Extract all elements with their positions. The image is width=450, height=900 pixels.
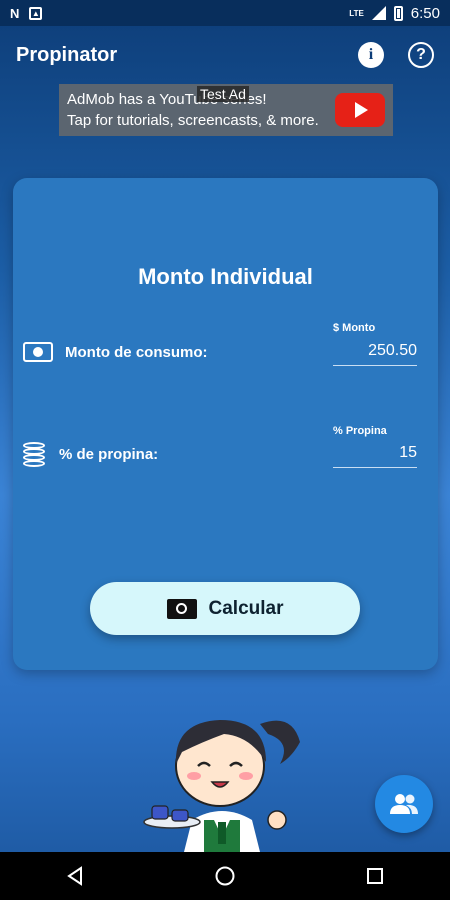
calculate-button[interactable]: Calcular — [90, 582, 360, 635]
test-ad-tag: Test Ad — [197, 86, 249, 102]
status-right: LTE 6:50 — [349, 5, 440, 22]
recents-icon[interactable] — [355, 856, 395, 896]
clock: 6:50 — [410, 4, 440, 22]
lte-label: LTE — [349, 8, 364, 18]
tip-input[interactable]: 15 — [333, 440, 417, 468]
coins-icon — [23, 442, 47, 467]
app-bar: Propinator i ? — [0, 26, 450, 84]
photo-icon: ▲ — [29, 6, 43, 20]
navigation-bar — [0, 852, 450, 900]
group-icon — [390, 794, 418, 814]
home-icon[interactable] — [205, 856, 245, 896]
amount-label: Monto de consumo: — [65, 344, 208, 361]
notification-n-icon: N — [10, 5, 20, 21]
back-icon[interactable] — [55, 856, 95, 896]
help-icon[interactable]: ? — [408, 42, 434, 68]
app-title: Propinator — [16, 43, 118, 66]
money-bill-icon — [166, 598, 197, 619]
amount-input[interactable]: 250.50 — [333, 338, 417, 366]
battery-icon — [393, 5, 403, 21]
group-button[interactable] — [375, 775, 433, 833]
tip-caption: % Propina — [333, 425, 387, 437]
calculate-label: Calcular — [208, 597, 284, 619]
waitress-illustration — [143, 720, 300, 852]
money-bill-icon — [23, 342, 53, 362]
info-icon[interactable]: i — [358, 42, 384, 68]
card-title: Monto Individual — [138, 264, 313, 289]
amount-caption: $ Monto — [333, 322, 376, 334]
tip-label: % de propina: — [59, 446, 159, 463]
status-left: N ▲ — [10, 5, 43, 21]
calculator-card: Monto Individual Monto de consumo: $ Mon… — [13, 178, 438, 670]
signal-icon — [371, 6, 386, 20]
ad-banner[interactable]: AdMob has a YouTube series! Tap for tuto… — [59, 84, 393, 136]
status-bar: N ▲ LTE 6:50 — [0, 0, 450, 26]
youtube-icon[interactable] — [335, 93, 385, 127]
